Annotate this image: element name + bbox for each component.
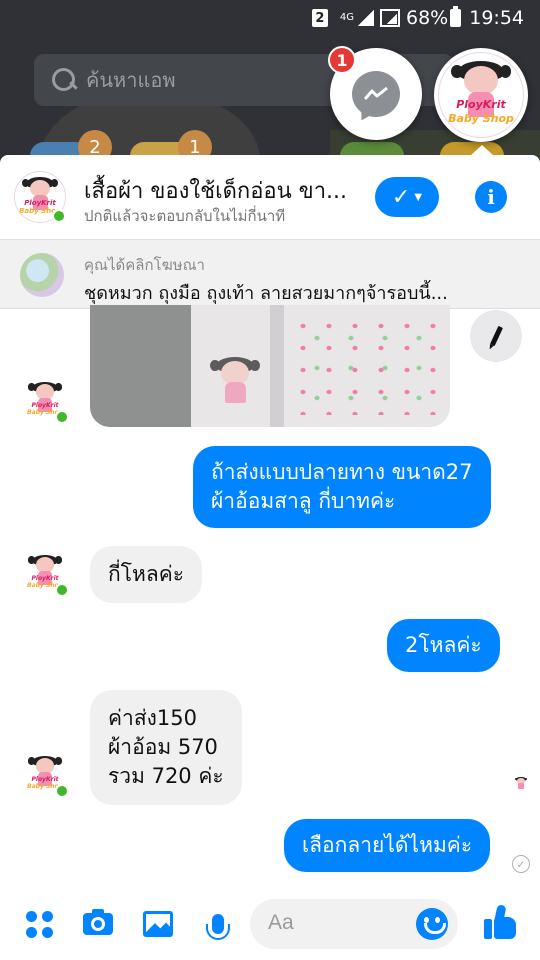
signal-icon — [358, 10, 374, 26]
edit-icon[interactable] — [470, 310, 522, 362]
ad-thumbnail — [20, 253, 64, 297]
network-type: 4G — [339, 12, 354, 23]
online-indicator — [55, 410, 69, 424]
chevron-down-icon: ▼ — [414, 191, 423, 203]
ad-label: คุณได้คลิกโฆษณา — [84, 256, 205, 274]
checkmark-icon: ✓ — [391, 184, 411, 210]
signal-strength-icon — [380, 9, 400, 27]
image-message[interactable] — [90, 305, 450, 427]
app-search-placeholder: ค้นหาแอพ — [86, 68, 176, 92]
watermark-logo — [200, 350, 270, 420]
conversation-title[interactable]: เสื้อผ้า ของใช้เด็กอ่อน ขา... — [84, 173, 347, 208]
ad-text: ชุดหมวก ถุงมือ ถุงเท้า ลายสวยมากๆจ้ารอบน… — [84, 283, 448, 304]
response-time-text: ปกติแล้วจะตอบกลับในไม่กี่นาที — [84, 207, 286, 225]
message-input-placeholder: Aa — [268, 911, 294, 934]
shop-logo-avatar: PloyKrit Baby Shop — [438, 52, 524, 138]
microphone-icon[interactable] — [200, 906, 236, 942]
conversation-header: PloyKrit Baby Shop เสื้อผ้า ของใช้เด็กอ่… — [0, 155, 540, 239]
info-icon[interactable]: i — [475, 181, 507, 213]
online-indicator — [52, 209, 66, 223]
ad-context-bar[interactable]: คุณได้คลิกโฆษณา ชุดหมวก ถุงมือ ถุงเท้า ล… — [0, 239, 540, 309]
conversation-panel: PloyKrit Baby Shop เสื้อผ้า ของใช้เด็กอ่… — [0, 155, 540, 960]
gallery-icon[interactable] — [140, 906, 176, 942]
camera-icon[interactable] — [80, 906, 116, 942]
sent-message[interactable]: เลือกลายได้ไหมค่ะ — [284, 819, 491, 872]
sent-status-icon: ✓ — [512, 855, 530, 873]
received-message[interactable]: ค่าส่ง150 ผ้าอ้อม 570 รวม 720 ค่ะ — [90, 690, 242, 805]
emoji-icon[interactable] — [416, 908, 448, 940]
status-bar: 2 4G 68% 19:54 — [0, 0, 540, 36]
shop-avatar-small: PloyKrit Baby Shop — [22, 751, 69, 798]
sent-message[interactable]: 2โหลค่ะ — [387, 619, 500, 672]
unread-badge: 1 — [328, 46, 356, 74]
search-icon — [50, 66, 78, 94]
seen-avatar — [512, 775, 530, 793]
messenger-icon — [352, 71, 400, 117]
battery-icon — [450, 6, 462, 27]
online-indicator — [55, 784, 69, 798]
sim-indicator: 2 — [311, 9, 328, 27]
shop-avatar-small: PloyKrit Baby Shop — [22, 377, 69, 424]
mark-done-button[interactable]: ✓ ▼ — [375, 177, 439, 217]
battery-percent: 68% — [406, 7, 449, 29]
more-options-icon[interactable] — [21, 906, 57, 942]
online-indicator — [55, 583, 69, 597]
received-message[interactable]: กี่โหลค่ะ — [90, 546, 203, 603]
page-avatar[interactable]: PloyKrit Baby Shop — [14, 171, 66, 223]
clock: 19:54 — [469, 7, 524, 29]
composer-bar: Aa — [0, 887, 540, 960]
sent-message[interactable]: ถ้าส่งแบบปลายทาง ขนาด27 ผ้าอ้อมสาลู กี่บ… — [193, 446, 491, 528]
chat-head-pointer — [470, 145, 494, 156]
shop-chat-head[interactable]: PloyKrit Baby Shop — [434, 48, 528, 142]
message-input[interactable]: Aa — [250, 899, 458, 949]
shop-avatar-small: PloyKrit Baby Shop — [22, 550, 69, 597]
like-icon[interactable] — [484, 904, 518, 941]
